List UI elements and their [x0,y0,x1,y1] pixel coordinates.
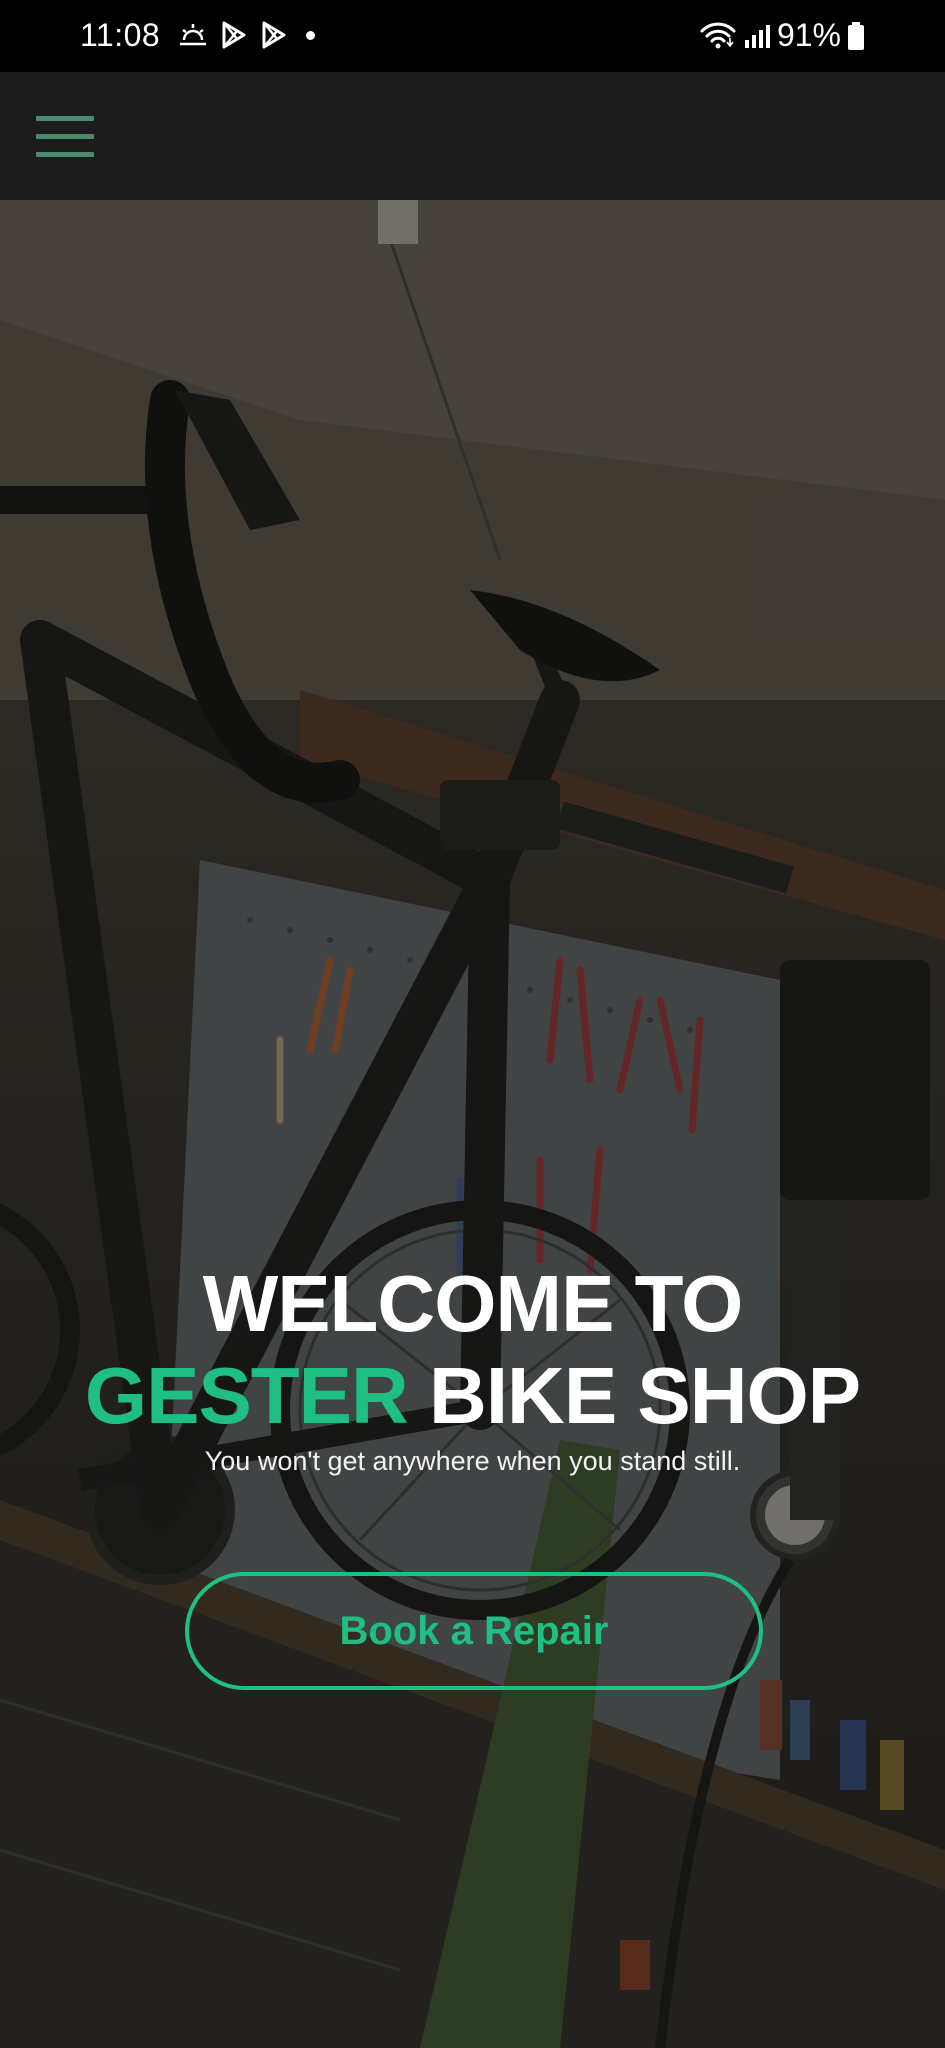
hero-title-rest: BIKE SHOP [429,1351,861,1440]
play-store-icon [262,21,286,49]
hero-title-line1: WELCOME TO [202,1259,744,1348]
battery-percentage: 91% [776,17,841,53]
status-time: 11:08 [80,17,161,53]
book-repair-button[interactable]: Book a Repair [185,1572,763,1690]
status-bar: 11:08 91% [0,0,945,72]
page: 11:08 91% WELCOME TO GESTER BIKE SHOP Yo… [0,0,945,2048]
play-store-icon [222,21,246,49]
book-repair-button-label: Book a Repair [339,1608,609,1653]
top-navbar [0,72,945,200]
notification-dot-icon [306,30,315,40]
signal-icon [744,24,770,48]
status-icons-right: 91% [699,17,865,54]
wifi-icon [700,22,736,48]
hero-section: WELCOME TO GESTER BIKE SHOP You won't ge… [0,200,945,2048]
hero-title-line2: GESTER BIKE SHOP [0,1350,945,1442]
status-icons-left [178,20,315,50]
hamburger-menu-icon[interactable] [36,116,94,158]
battery-icon [848,21,864,50]
hero-subtitle: You won't get anywhere when you stand st… [204,1446,741,1476]
weather-sunrise-icon [180,24,206,46]
hero-title-brand: GESTER [84,1351,409,1440]
hero-content: WELCOME TO GESTER BIKE SHOP You won't ge… [0,1258,945,1477]
hero-overlay [0,200,945,2048]
